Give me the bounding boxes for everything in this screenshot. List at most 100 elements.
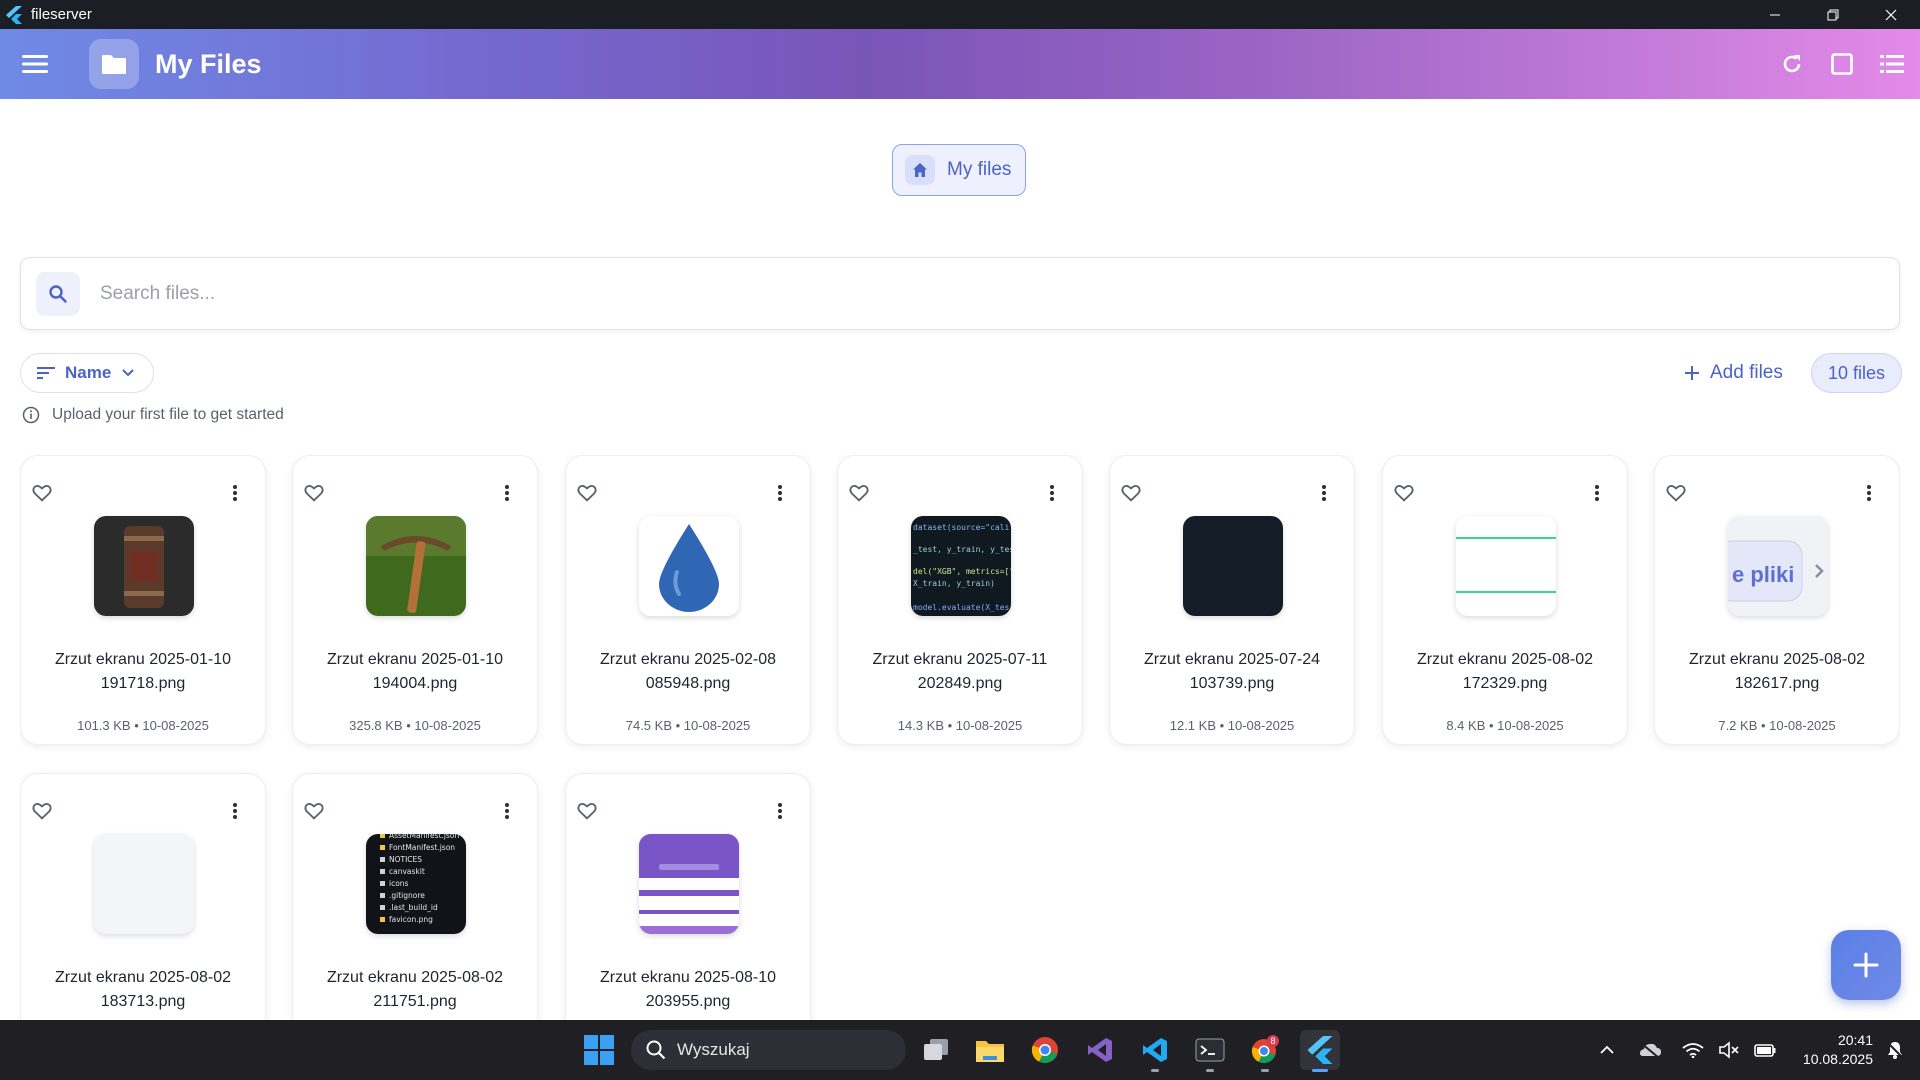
- more-options-button[interactable]: [1863, 482, 1875, 504]
- add-files-button[interactable]: Add files: [1684, 353, 1783, 393]
- file-explorer-button[interactable]: [970, 1030, 1010, 1070]
- page-title: My Files: [155, 48, 262, 79]
- more-vert-icon: [1322, 485, 1326, 501]
- favorite-button[interactable]: [576, 800, 598, 822]
- heart-icon: [1394, 485, 1414, 502]
- favorite-button[interactable]: [1665, 482, 1687, 504]
- file-thumbnail: [366, 516, 466, 616]
- favorite-button[interactable]: [31, 800, 53, 822]
- close-button[interactable]: [1862, 0, 1920, 29]
- heart-icon: [32, 803, 52, 820]
- restore-button[interactable]: [1804, 0, 1862, 29]
- chrome-profile-button[interactable]: 8: [1245, 1030, 1285, 1072]
- minimize-button[interactable]: [1746, 0, 1804, 29]
- favorite-button[interactable]: [576, 482, 598, 504]
- file-card[interactable]: Zrzut ekranu 2025-08-02 183713.png: [20, 773, 266, 1020]
- search-icon: [36, 271, 80, 316]
- taskbar-search-label: Wyszukaj: [677, 1040, 750, 1059]
- visual-studio-button[interactable]: [1080, 1030, 1120, 1070]
- flutter-app-button[interactable]: [1300, 1030, 1340, 1072]
- search-icon: [646, 1040, 666, 1060]
- thumb-line: NOTICES: [389, 855, 422, 864]
- more-options-button[interactable]: [774, 482, 786, 504]
- file-name: Zrzut ekranu 2025-02-08 085948.png: [572, 648, 804, 696]
- more-options-button[interactable]: [1046, 482, 1058, 504]
- file-card[interactable]: Zrzut ekranu 2025-08-10 203955.png: [565, 773, 811, 1020]
- file-name-line2: 182617.png: [1734, 675, 1820, 692]
- svg-text:dataset(source="cali: dataset(source="cali: [913, 523, 1010, 532]
- thumb-line: icons: [389, 879, 409, 888]
- chrome-button[interactable]: [1025, 1030, 1065, 1070]
- breadcrumb-home[interactable]: My files: [892, 144, 1027, 196]
- file-thumbnail: [639, 834, 739, 934]
- select-mode-button[interactable]: [1822, 44, 1862, 84]
- file-count-badge: 10 files: [1811, 353, 1903, 393]
- more-options-button[interactable]: [501, 482, 513, 504]
- thumb-line: FontManifest.json: [389, 843, 455, 852]
- notifications-icon[interactable]: [1880, 1035, 1910, 1065]
- favorite-button[interactable]: [303, 800, 325, 822]
- taskbar-search[interactable]: Wyszukaj: [631, 1030, 906, 1070]
- favorite-button[interactable]: [848, 482, 870, 504]
- file-card[interactable]: e pliki Zrzut ekranu 2025-08-02 182617.png…: [1654, 455, 1900, 745]
- more-options-button[interactable]: [229, 482, 241, 504]
- battery-icon[interactable]: [1750, 1035, 1780, 1065]
- hamburger-icon: [22, 55, 48, 73]
- more-options-button[interactable]: [774, 800, 786, 822]
- vscode-button[interactable]: [1135, 1030, 1175, 1072]
- more-options-button[interactable]: [229, 800, 241, 822]
- square-icon: [1831, 53, 1853, 75]
- file-card[interactable]: Zrzut ekranu 2025-01-10 191718.png 101.3 K…: [20, 455, 266, 745]
- file-card[interactable]: dataset(source="cali _test, y_train, y_te…: [837, 455, 1083, 745]
- list-view-button[interactable]: [1872, 44, 1912, 84]
- favorite-button[interactable]: [1393, 482, 1415, 504]
- terminal-button[interactable]: [1190, 1030, 1230, 1072]
- search-bar: [20, 257, 1900, 330]
- file-meta: 325.8 KB • 10-08-2025: [349, 718, 481, 733]
- vscode-icon: [1143, 1038, 1167, 1062]
- favorite-button[interactable]: [1120, 482, 1142, 504]
- more-options-button[interactable]: [1318, 482, 1330, 504]
- windows-start-button[interactable]: [584, 1035, 614, 1065]
- file-card[interactable]: Zrzut ekranu 2025-01-10 194004.png 325.8 K…: [292, 455, 538, 745]
- file-name: Zrzut ekranu 2025-08-02 211751.png: [299, 966, 531, 1014]
- file-name: Zrzut ekranu 2025-01-10 194004.png: [299, 648, 531, 696]
- file-grid: Zrzut ekranu 2025-01-10 191718.png 101.3 K…: [20, 455, 1900, 1020]
- info-icon: [22, 406, 40, 424]
- more-options-button[interactable]: [501, 800, 513, 822]
- file-name-line1: Zrzut ekranu 2025-01-10: [326, 651, 504, 668]
- file-name-line1: Zrzut ekranu 2025-08-02: [1416, 651, 1594, 668]
- file-name-line1: Zrzut ekranu 2025-07-11: [872, 651, 1048, 668]
- file-name: Zrzut ekranu 2025-01-10 191718.png: [27, 648, 259, 696]
- more-options-button[interactable]: [1591, 482, 1603, 504]
- more-vert-icon: [505, 485, 509, 501]
- sort-icon: [37, 367, 55, 379]
- more-vert-icon: [1867, 485, 1871, 501]
- favorite-button[interactable]: [31, 482, 53, 504]
- file-card[interactable]: AssetManifest.json FontManifest.json NOTIC…: [292, 773, 538, 1020]
- volume-muted-icon[interactable]: [1714, 1035, 1744, 1065]
- thumb-line: .last_build_id: [389, 903, 438, 912]
- onedrive-offline-icon[interactable]: [1635, 1035, 1665, 1065]
- file-card[interactable]: Zrzut ekranu 2025-02-08 085948.png 74.5 KB…: [565, 455, 811, 745]
- favorite-button[interactable]: [303, 482, 325, 504]
- file-name-line2: 183713.png: [100, 993, 186, 1010]
- sort-label: Name: [65, 363, 112, 382]
- file-thumbnail: [94, 834, 194, 934]
- system-clock[interactable]: 20:41 10.08.2025: [1783, 1031, 1873, 1069]
- task-view-button[interactable]: [916, 1030, 956, 1070]
- chevron-up-icon[interactable]: [1592, 1035, 1622, 1065]
- svg-text:_test, y_train, y_tes: _test, y_train, y_tes: [913, 545, 1011, 554]
- app-bar: My Files: [0, 29, 1920, 99]
- file-card[interactable]: Zrzut ekranu 2025-08-02 172329.png 8.4 KB …: [1382, 455, 1628, 745]
- refresh-button[interactable]: [1772, 44, 1812, 84]
- sort-button[interactable]: Name: [20, 353, 155, 393]
- flutter-icon: [1307, 1036, 1333, 1064]
- wifi-icon[interactable]: [1678, 1035, 1708, 1065]
- menu-button[interactable]: [15, 44, 55, 84]
- visual-studio-icon: [1088, 1038, 1112, 1062]
- more-vert-icon: [778, 803, 782, 819]
- file-card[interactable]: Zrzut ekranu 2025-07-24 103739.png 12.1 KB…: [1109, 455, 1355, 745]
- search-input[interactable]: [100, 282, 1800, 305]
- add-file-fab[interactable]: [1831, 930, 1901, 1000]
